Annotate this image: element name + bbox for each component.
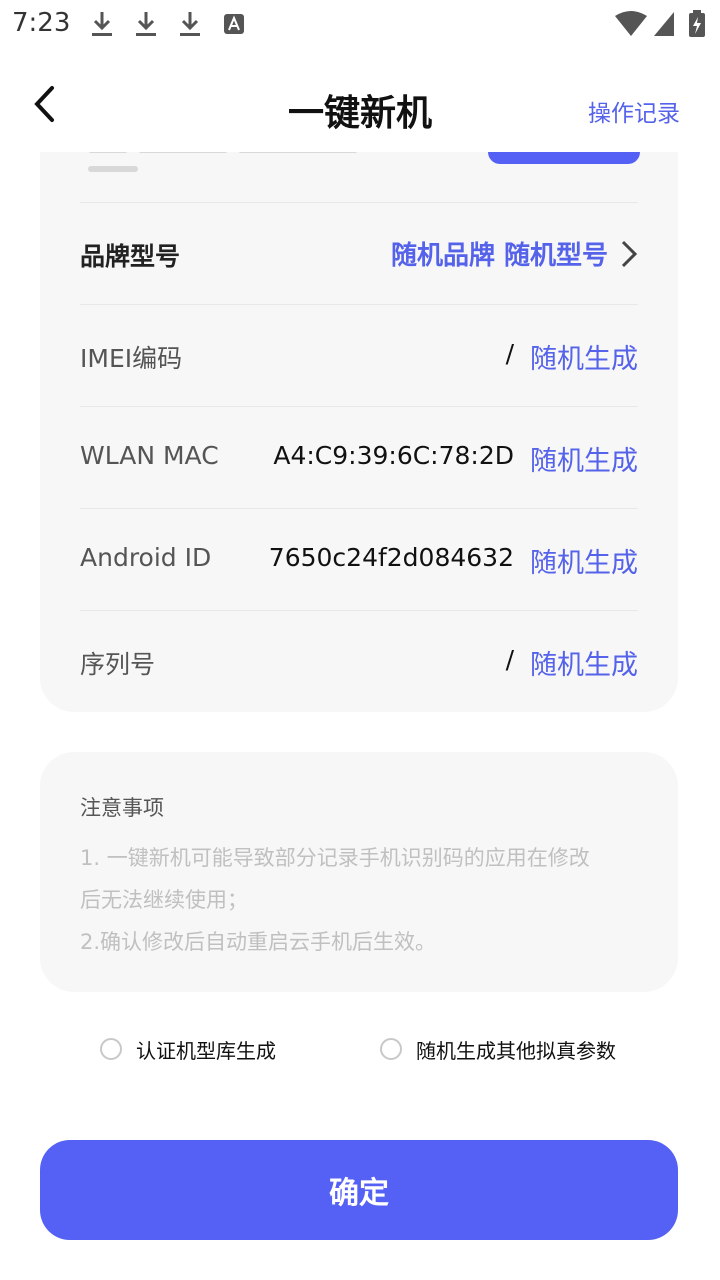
radio-button[interactable] <box>380 1038 402 1060</box>
android-id-value: 7650c24f2d084632 <box>268 543 514 572</box>
download-icon <box>136 12 156 36</box>
serial-random-button[interactable]: 随机生成 <box>530 643 638 682</box>
confirm-label[interactable]: 确定 <box>329 1168 389 1212</box>
option-label[interactable]: 随机生成其他拟真参数 <box>416 1035 616 1064</box>
radio-button[interactable] <box>100 1038 122 1060</box>
download-icon <box>180 12 200 36</box>
status-time: 7:23 <box>12 8 71 38</box>
wlan-mac-label: WLAN MAC <box>80 441 219 470</box>
text-a-icon <box>224 14 244 34</box>
operation-log-link[interactable]: 操作记录 <box>588 94 680 128</box>
device-params-card: 品牌型号 随机品牌 随机型号 IMEI编码 / 随机生成 WLAN MAC A4… <box>40 100 678 712</box>
battery-charging-icon <box>689 10 705 37</box>
notice-line: 1. 一键新机可能导致部分记录手机识别码的应用在修改 <box>80 846 590 870</box>
status-bar: 7:23 <box>0 0 720 48</box>
chevron-right-icon[interactable] <box>620 239 638 269</box>
download-icon <box>92 12 112 36</box>
wlan-mac-row: WLAN MAC A4:C9:39:6C:78:2D 随机生成 <box>80 406 638 508</box>
imei-row: IMEI编码 / 随机生成 <box>80 304 638 406</box>
option-label[interactable]: 认证机型库生成 <box>136 1035 276 1064</box>
imei-label: IMEI编码 <box>80 344 183 373</box>
wlan-mac-random-button[interactable]: 随机生成 <box>530 439 638 478</box>
confirm-button[interactable]: 确定 <box>40 1140 678 1240</box>
wifi-icon <box>615 11 647 36</box>
android-id-random-button[interactable]: 随机生成 <box>530 541 638 580</box>
wlan-mac-value: A4:C9:39:6C:78:2D <box>273 441 514 470</box>
android-id-label: Android ID <box>80 543 212 572</box>
serial-value: / <box>505 645 514 674</box>
imei-random-button[interactable]: 随机生成 <box>530 337 638 376</box>
android-id-row: Android ID 7650c24f2d084632 随机生成 <box>80 508 638 610</box>
header: 一键新机 操作记录 <box>0 56 720 152</box>
notice-line: 2.确认修改后自动重启云手机后生效。 <box>80 930 437 954</box>
brand-model-row[interactable]: 品牌型号 随机品牌 随机型号 <box>80 202 638 304</box>
brand-model-value[interactable]: 随机品牌 随机型号 <box>391 235 608 272</box>
imei-value: / <box>505 339 514 368</box>
screen: 7:23 品牌型号 随机品牌 随机型号 IMEI编码 / 随机生成 WLAN M… <box>0 0 720 1280</box>
option-random-params[interactable]: 随机生成其他拟真参数 <box>380 1034 616 1064</box>
serial-row: 序列号 / 随机生成 <box>80 610 638 712</box>
serial-label: 序列号 <box>80 650 156 679</box>
brand-model-label: 品牌型号 <box>80 242 181 271</box>
signal-icon <box>654 12 674 36</box>
notice-line: 后无法继续使用； <box>80 888 248 912</box>
notice-card: 注意事项 1. 一键新机可能导致部分记录手机识别码的应用在修改 后无法继续使用；… <box>40 752 678 992</box>
notice-title: 注意事项 <box>80 796 164 820</box>
option-certified-model[interactable]: 认证机型库生成 <box>100 1034 276 1064</box>
